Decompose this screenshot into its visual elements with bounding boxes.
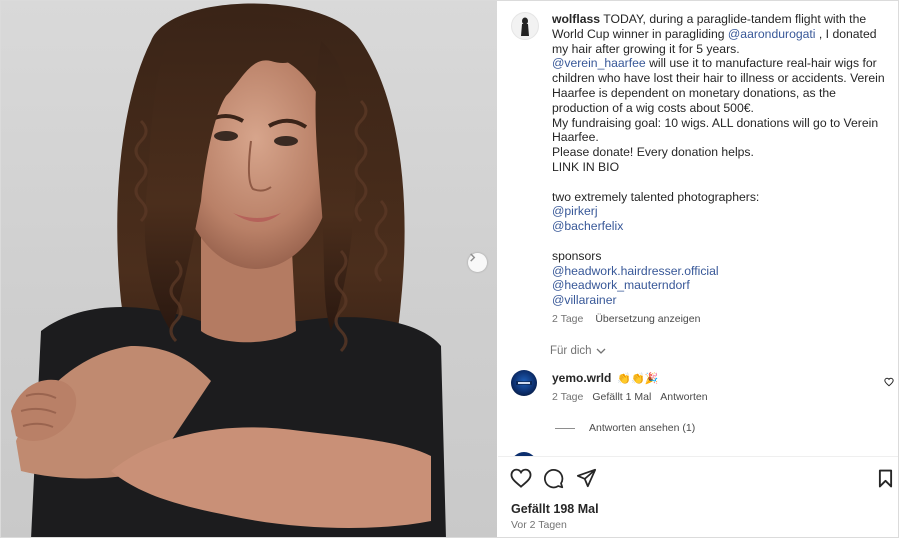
caption-age: 2 Tage <box>552 313 584 325</box>
translate-button[interactable]: Übersetzung anzeigen <box>595 313 700 325</box>
post-date: Vor 2 Tagen <box>511 519 567 531</box>
caption-line: LINK IN BIO <box>552 160 892 175</box>
commenter-avatar-image <box>516 381 532 385</box>
view-replies-button[interactable]: Antworten ansehen (1) <box>555 422 695 434</box>
mention-link[interactable]: @bacherfelix <box>552 219 623 233</box>
caption-line: @bacherfelix <box>552 219 892 234</box>
comment-age: 2 Tage <box>552 391 584 403</box>
caption-line: @headwork_mauterndorf <box>552 278 892 293</box>
comment-likes[interactable]: Gefällt 1 Mal <box>592 391 651 403</box>
comment-text: 👏👏🎉 <box>617 373 659 385</box>
author-avatar-image <box>521 17 529 36</box>
author-username[interactable]: wolflass <box>552 12 600 26</box>
for-you-selector[interactable]: Für dich <box>550 345 606 357</box>
caption-text: two extremely talented photographers: <box>552 189 760 204</box>
post-photo[interactable] <box>1 1 497 537</box>
post-modal: wolflass TODAY, during a paraglide-tande… <box>0 0 899 538</box>
heart-icon[interactable] <box>510 468 532 488</box>
caption-spacer <box>552 175 892 190</box>
comment-meta: 2 Tage Gefällt 1 Mal Antworten <box>552 391 708 403</box>
portrait-image <box>11 3 446 537</box>
post-details-panel: wolflass TODAY, during a paraglide-tande… <box>498 1 898 537</box>
caption-meta: 2 Tage Übersetzung anzeigen <box>552 313 700 325</box>
commenter-avatar[interactable] <box>511 370 537 396</box>
paper-plane-icon[interactable] <box>576 468 597 488</box>
comment: yemo.wrld 👏👏🎉 <box>552 371 658 385</box>
post-caption: wolflass TODAY, during a paraglide-tande… <box>552 12 892 308</box>
comment-bubble-icon[interactable] <box>543 468 564 489</box>
view-replies-label: Antworten ansehen (1) <box>589 422 696 434</box>
post-likes-count[interactable]: Gefällt 198 Mal <box>511 502 599 516</box>
chevron-down-icon <box>596 348 606 354</box>
comment-username[interactable]: yemo.wrld <box>552 371 611 385</box>
actions-divider <box>498 456 898 457</box>
for-you-label: Für dich <box>550 345 592 357</box>
mention-link[interactable]: @headwork_mauterndorf <box>552 278 690 292</box>
bookmark-icon[interactable] <box>878 469 893 488</box>
caption-text: LINK IN BIO <box>552 159 620 174</box>
replies-divider-line <box>555 427 575 429</box>
mention-link[interactable]: @headwork.hairdresser.official <box>552 264 719 278</box>
caption-line: @pirkerj <box>552 204 892 219</box>
mention-link[interactable]: @pirkerj <box>552 204 598 218</box>
caption-text: Please donate! Every donation helps. <box>552 145 754 160</box>
caption-line: wolflass TODAY, during a paraglide-tande… <box>552 12 892 56</box>
caption-line: @headwork.hairdresser.official <box>552 264 892 279</box>
caption-line: @villarainer <box>552 293 892 308</box>
comment-like-icon[interactable] <box>884 377 894 387</box>
comments-scroll-area[interactable]: wolflass TODAY, during a paraglide-tande… <box>498 1 898 457</box>
caption-line: Please donate! Every donation helps. <box>552 145 892 160</box>
caption-line: @verein_haarfee will use it to manufactu… <box>552 56 892 115</box>
mention-link[interactable]: @aarondurogati <box>728 27 816 41</box>
mention-link[interactable]: @villarainer <box>552 293 617 307</box>
reply-button[interactable]: Antworten <box>660 391 707 403</box>
mention-link[interactable]: @verein_haarfee <box>552 56 646 70</box>
caption-line: sponsors <box>552 249 892 264</box>
action-bar: Gefällt 198 Mal Vor 2 Tagen <box>498 458 898 537</box>
next-photo-button[interactable] <box>468 253 487 272</box>
author-avatar[interactable] <box>511 12 539 40</box>
caption-text: My fundraising goal: 10 wigs. ALL donati… <box>552 115 879 145</box>
caption-line: two extremely talented photographers: <box>552 190 892 205</box>
caption-text: sponsors <box>552 248 602 263</box>
caption-spacer <box>552 234 892 249</box>
chevron-right-icon <box>470 253 476 262</box>
caption-line: My fundraising goal: 10 wigs. ALL donati… <box>552 116 892 146</box>
